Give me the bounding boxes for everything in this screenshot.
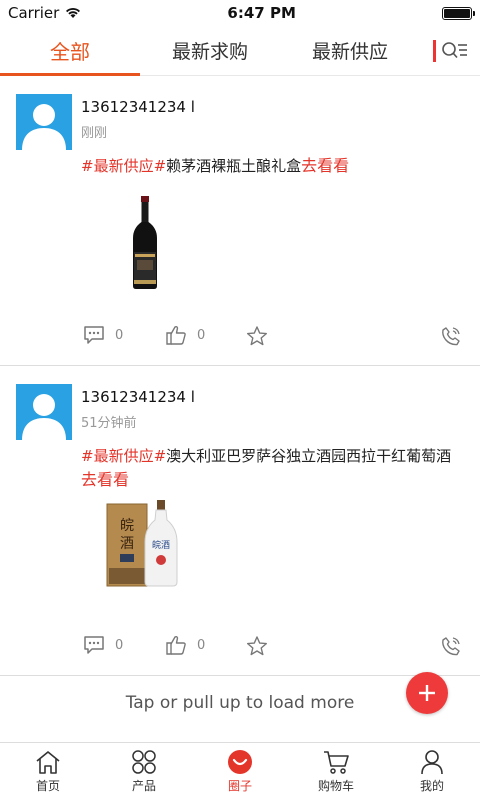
home-icon	[36, 751, 60, 774]
post-feed: 13612341234 l 刚刚 #最新供应#赖茅酒裸瓶土酿礼盒去看看 0 0 …	[0, 76, 480, 676]
product-image[interactable]	[128, 194, 162, 290]
call-button[interactable]	[440, 325, 462, 347]
post-text: #最新供应#澳大利亚巴罗萨谷独立酒园西拉干红葡萄酒去看看	[81, 444, 466, 492]
plus-icon	[419, 685, 435, 701]
thumbs-up-icon	[166, 635, 186, 655]
nav-products[interactable]: 产品	[96, 743, 192, 800]
battery-fill	[443, 8, 470, 18]
post-time: 刚刚	[81, 126, 108, 141]
wifi-icon	[66, 7, 81, 18]
user-name[interactable]: 13612341234 l	[81, 388, 195, 406]
user-name[interactable]: 13612341234 l	[81, 98, 195, 116]
thumbs-up-icon	[166, 325, 186, 345]
favorite-button[interactable]	[246, 325, 268, 347]
nav-profile[interactable]: 我的	[384, 743, 480, 800]
star-icon	[247, 636, 267, 656]
tab-latest-supply[interactable]: 最新供应	[280, 26, 420, 75]
comment-count: 0	[115, 327, 124, 343]
divider-bar	[432, 39, 436, 62]
nav-circle[interactable]: 圈子	[192, 743, 288, 800]
like-button[interactable]: 0	[165, 325, 205, 345]
phone-icon	[442, 637, 460, 656]
nav-label: 首页	[35, 779, 60, 793]
bottom-nav: 首页 产品 圈子 购物车 我的	[0, 742, 480, 800]
svg-text:皖: 皖	[120, 518, 134, 534]
post-actions: 0 0	[0, 635, 480, 661]
status-time: 6:47 PM	[227, 4, 296, 22]
nav-home[interactable]: 首页	[0, 743, 96, 800]
like-count: 0	[197, 637, 206, 653]
category-tabs: 全部 最新求购 最新供应	[0, 26, 480, 76]
circle-smile-icon	[228, 750, 252, 774]
carrier-label: Carrier	[8, 4, 60, 22]
favorite-button[interactable]	[246, 635, 268, 657]
phone-icon	[442, 327, 460, 346]
comment-icon	[84, 326, 104, 344]
like-count: 0	[197, 327, 206, 343]
nav-label: 圈子	[227, 779, 252, 793]
post-body: 赖茅酒裸瓶土酿礼盒	[166, 157, 302, 175]
like-button[interactable]: 0	[165, 635, 205, 655]
post-tag[interactable]: #最新供应#	[81, 157, 166, 175]
default-avatar-icon	[22, 104, 66, 150]
star-icon	[247, 326, 267, 346]
tab-latest-purchase[interactable]: 最新求购	[140, 26, 280, 75]
svg-text:酒: 酒	[120, 536, 134, 552]
nav-cart[interactable]: 购物车	[288, 743, 384, 800]
comment-button[interactable]: 0	[83, 635, 123, 655]
post-tag[interactable]: #最新供应#	[81, 447, 166, 465]
nav-label: 产品	[131, 779, 156, 793]
battery-icon	[441, 6, 475, 20]
status-left: Carrier	[8, 4, 81, 22]
product-image[interactable]: 皖 酒 皖酒	[105, 498, 185, 588]
nav-label: 我的	[419, 779, 444, 793]
post-time: 51分钟前	[81, 416, 137, 431]
view-link[interactable]: 去看看	[301, 156, 349, 175]
post-card: 13612341234 l 51分钟前 #最新供应#澳大利亚巴罗萨谷独立酒园西拉…	[0, 366, 480, 676]
avatar[interactable]	[16, 384, 72, 440]
grid-icon	[132, 750, 156, 774]
comment-count: 0	[115, 637, 124, 653]
status-bar: Carrier 6:47 PM	[0, 0, 480, 26]
comment-icon	[84, 636, 104, 654]
view-link[interactable]: 去看看	[81, 470, 129, 489]
default-avatar-icon	[22, 394, 66, 440]
search-list-icon	[441, 41, 467, 58]
tab-all[interactable]: 全部	[0, 26, 140, 76]
post-actions: 0 0	[0, 325, 480, 351]
post-body: 澳大利亚巴罗萨谷独立酒园西拉干红葡萄酒	[166, 447, 452, 465]
svg-text:皖酒: 皖酒	[152, 539, 170, 551]
avatar[interactable]	[16, 94, 72, 150]
call-button[interactable]	[440, 635, 462, 657]
post-card: 13612341234 l 刚刚 #最新供应#赖茅酒裸瓶土酿礼盒去看看 0 0	[0, 76, 480, 366]
post-text: #最新供应#赖茅酒裸瓶土酿礼盒去看看	[81, 154, 466, 178]
search-filter-button[interactable]	[420, 26, 480, 75]
add-post-button[interactable]	[406, 672, 448, 714]
user-icon	[421, 750, 443, 775]
cart-icon	[324, 751, 349, 774]
nav-label: 购物车	[317, 779, 354, 793]
comment-button[interactable]: 0	[83, 325, 123, 345]
